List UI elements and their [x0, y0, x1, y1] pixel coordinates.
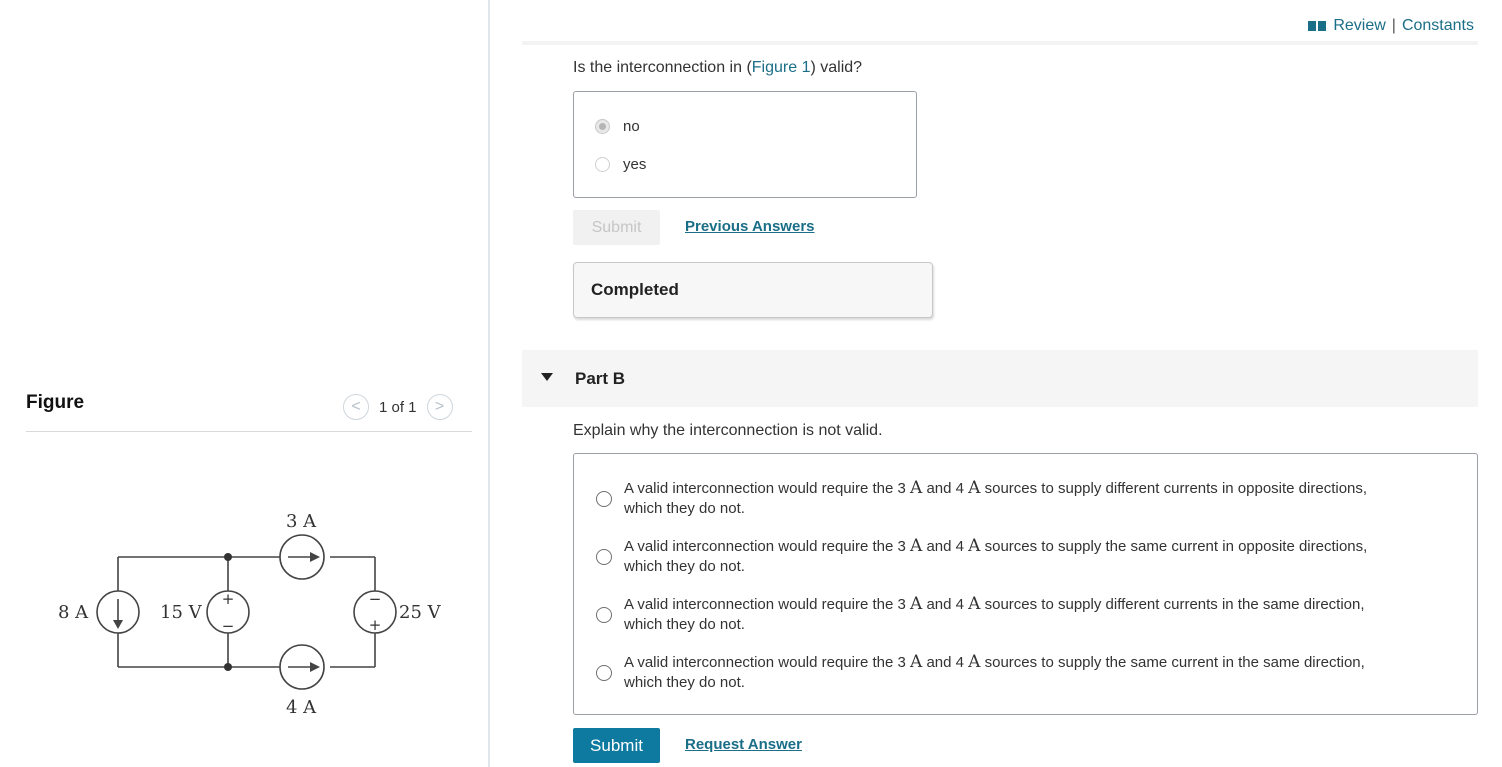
- completed-status: Completed: [573, 262, 933, 318]
- answer-option[interactable]: A valid interconnection would require th…: [596, 594, 1456, 635]
- answer-option[interactable]: A valid interconnection would require th…: [596, 652, 1456, 693]
- answer-option[interactable]: A valid interconnection would require th…: [596, 478, 1456, 519]
- figure-divider: [26, 431, 472, 432]
- question-suffix: ) valid?: [810, 59, 863, 76]
- part-b-header[interactable]: Part B: [522, 350, 1478, 407]
- radio-button[interactable]: [596, 607, 612, 623]
- request-answer-link[interactable]: Request Answer: [685, 736, 802, 753]
- option-text: A valid interconnection would require th…: [624, 652, 1365, 691]
- radio-button[interactable]: [596, 549, 612, 565]
- completed-text: Completed: [591, 280, 679, 299]
- part-b-title: Part B: [575, 369, 626, 388]
- minus-sign-25v: −: [369, 590, 382, 608]
- minus-sign-15v: −: [222, 617, 235, 635]
- part-a-answer-box: no yes: [573, 91, 917, 198]
- header-rule: [522, 41, 1478, 45]
- option-text: A valid interconnection would require th…: [624, 594, 1365, 633]
- radio-button[interactable]: [595, 157, 610, 172]
- arrow-down-icon: [113, 620, 123, 629]
- previous-answers-link[interactable]: Previous Answers: [685, 218, 815, 235]
- chevron-right-icon: >: [434, 398, 445, 415]
- label-3a: 3 A: [286, 511, 317, 532]
- node-top: [224, 553, 232, 561]
- part-a-question: Is the interconnection in (Figure 1) val…: [573, 59, 862, 77]
- option-label: yes: [623, 156, 647, 173]
- part-b-submit-button[interactable]: Submit: [573, 728, 660, 763]
- book-icon: [1308, 21, 1327, 31]
- label-4a: 4 A: [286, 697, 317, 718]
- figure-pagination: < 1 of 1 >: [343, 394, 453, 420]
- label-15v: 15 V: [160, 602, 203, 623]
- pane-divider[interactable]: [488, 0, 490, 767]
- radio-button-selected[interactable]: [595, 119, 610, 134]
- label-25v: 25 V: [399, 602, 442, 623]
- circuit-diagram: 8 A 15 V 3 A 4 A 25 V + − − +: [58, 511, 442, 718]
- question-prefix: Is the interconnection in (: [573, 59, 752, 76]
- option-text: A valid interconnection would require th…: [624, 536, 1368, 575]
- review-constants-links: Review | Constants: [1308, 17, 1474, 35]
- next-figure-button[interactable]: >: [426, 394, 453, 420]
- arrow-right-icon: [310, 552, 320, 562]
- header-separator: |: [1391, 17, 1396, 34]
- constants-link[interactable]: Constants: [1402, 17, 1474, 35]
- option-label: no: [623, 118, 640, 135]
- figure-title: Figure: [26, 392, 85, 413]
- figure-page-count: 1 of 1: [379, 398, 417, 416]
- node-bottom: [224, 663, 232, 671]
- answer-option[interactable]: A valid interconnection would require th…: [596, 536, 1456, 577]
- option-yes[interactable]: yes: [595, 156, 646, 173]
- part-b-answer-box: A valid interconnection would require th…: [573, 453, 1478, 715]
- plus-sign-15v: +: [222, 590, 235, 608]
- label-8a: 8 A: [58, 602, 89, 623]
- part-a-submit-button[interactable]: Submit: [573, 210, 660, 245]
- radio-button[interactable]: [596, 491, 612, 507]
- review-link[interactable]: Review: [1333, 17, 1385, 35]
- radio-button[interactable]: [596, 665, 612, 681]
- chevron-left-icon: <: [351, 398, 361, 415]
- option-no[interactable]: no: [595, 118, 640, 135]
- arrow-right-icon: [310, 662, 320, 672]
- prev-figure-button[interactable]: <: [343, 394, 369, 420]
- plus-sign-25v: +: [369, 616, 382, 634]
- option-text: A valid interconnection would require th…: [624, 478, 1368, 517]
- caret-down-icon: [541, 373, 553, 381]
- part-b-prompt: Explain why the interconnection is not v…: [573, 422, 883, 439]
- figure-link[interactable]: Figure 1: [752, 59, 811, 76]
